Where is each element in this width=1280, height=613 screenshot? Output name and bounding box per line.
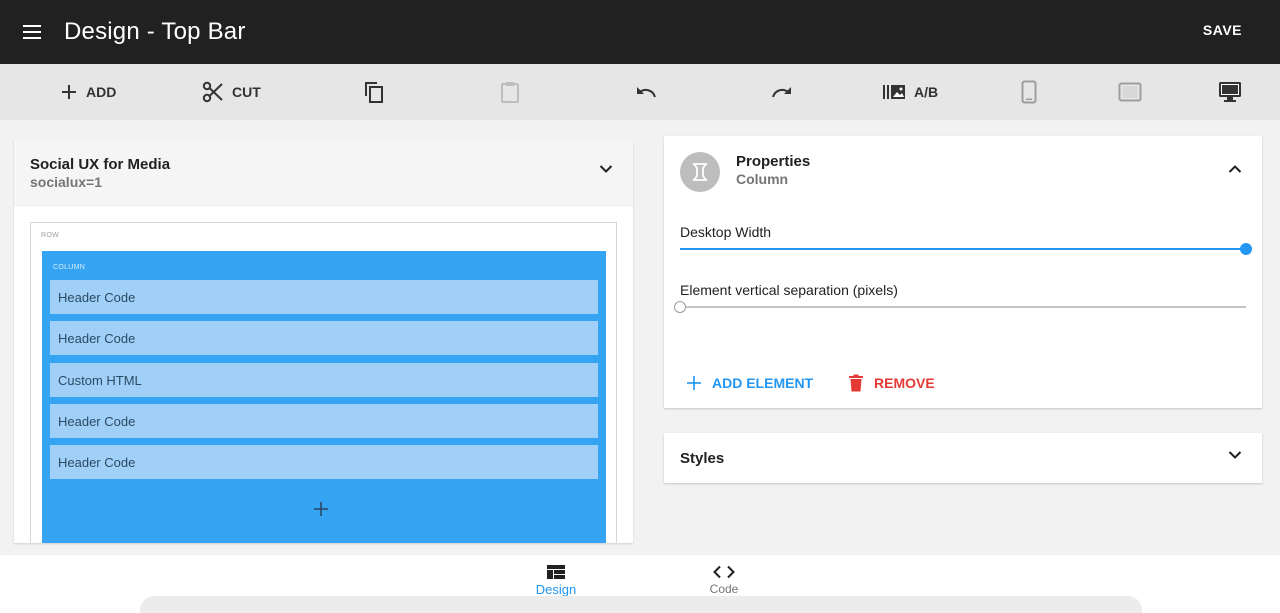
page-name: Social UX for Media [30,156,171,173]
phone-icon [1021,80,1037,104]
slider-thumb[interactable] [674,301,686,313]
properties-subtitle: Column [736,171,789,187]
chevron-down-icon[interactable] [1228,450,1242,460]
add-element-button[interactable]: ADD ELEMENT [686,373,813,393]
separation-slider[interactable] [674,301,1246,313]
properties-title: Properties [736,153,811,170]
desktop-view-button[interactable] [1218,64,1242,120]
element-item[interactable]: Custom HTML [50,363,598,397]
menu-icon [23,25,41,39]
add-element-plus-icon[interactable] [313,501,329,517]
column-type-avatar [680,152,720,192]
save-button[interactable]: SAVE [1203,22,1242,38]
add-icon [62,85,76,99]
ab-test-icon [883,85,905,99]
tab-code-label: Code [709,582,739,596]
layout-panel: Social UX for Media socialux=1 ROW COLUM… [14,140,633,543]
element-item[interactable]: Header Code [50,404,598,438]
row-label: ROW [41,232,60,239]
tab-design-label: Design [535,582,577,597]
cut-button[interactable]: CUT [202,64,261,120]
cut-label: CUT [232,84,261,100]
undo-button[interactable] [635,64,657,120]
column-label: COLUMN [53,264,86,271]
trash-icon [849,374,863,392]
tablet-view-button[interactable] [1118,64,1142,120]
tab-design[interactable]: Design [516,565,596,597]
ab-test-label: A/B [914,84,939,100]
slider-thumb[interactable] [1240,243,1252,255]
column-icon [692,163,708,181]
menu-button[interactable] [0,0,64,64]
column-container[interactable]: COLUMN Header Code Header Code Custom HT… [42,251,606,543]
styles-panel[interactable]: Styles [664,433,1262,483]
element-item[interactable]: Header Code [50,445,598,479]
add-label: ADD [86,84,117,100]
page-variant: socialux=1 [30,174,102,190]
add-element-label: ADD ELEMENT [712,375,814,391]
tab-code[interactable]: Code [684,565,764,596]
code-icon [713,565,735,579]
plus-icon [687,376,701,390]
separation-label: Element vertical separation (pixels) [680,282,898,298]
paste-icon [501,82,519,103]
phone-view-button[interactable] [1021,64,1037,120]
page-title: Design - Top Bar [64,18,246,45]
chevron-up-icon[interactable] [1228,164,1242,174]
add-button[interactable]: ADD [60,64,116,120]
paste-button[interactable] [500,64,520,120]
cut-icon [202,81,223,103]
desktop-width-label: Desktop Width [680,224,772,240]
remove-button[interactable]: REMOVE [848,373,935,393]
copy-button[interactable] [363,64,385,120]
redo-button[interactable] [771,64,793,120]
element-item[interactable]: Header Code [50,280,598,314]
desktop-width-slider[interactable] [680,243,1252,255]
app-bar: Design - Top Bar SAVE [0,0,1280,64]
row-container[interactable]: ROW COLUMN Header Code Header Code Custo… [30,222,617,543]
properties-panel: Properties Column Desktop Width Element … [664,136,1262,408]
desktop-icon [1219,82,1241,102]
dashboard-icon [547,565,565,579]
toolbar: ADD CUT A/B [0,64,1280,120]
element-item[interactable]: Header Code [50,321,598,355]
redo-icon [772,87,791,98]
undo-icon [637,87,656,98]
chevron-down-icon[interactable] [599,164,613,174]
layout-panel-header[interactable]: Social UX for Media socialux=1 [14,140,633,206]
bottom-scroll-area [140,596,1142,613]
ab-test-button[interactable]: A/B [882,64,938,120]
styles-title: Styles [680,450,725,467]
tablet-icon [1118,82,1142,102]
copy-icon [365,82,383,103]
remove-label: REMOVE [874,375,935,391]
